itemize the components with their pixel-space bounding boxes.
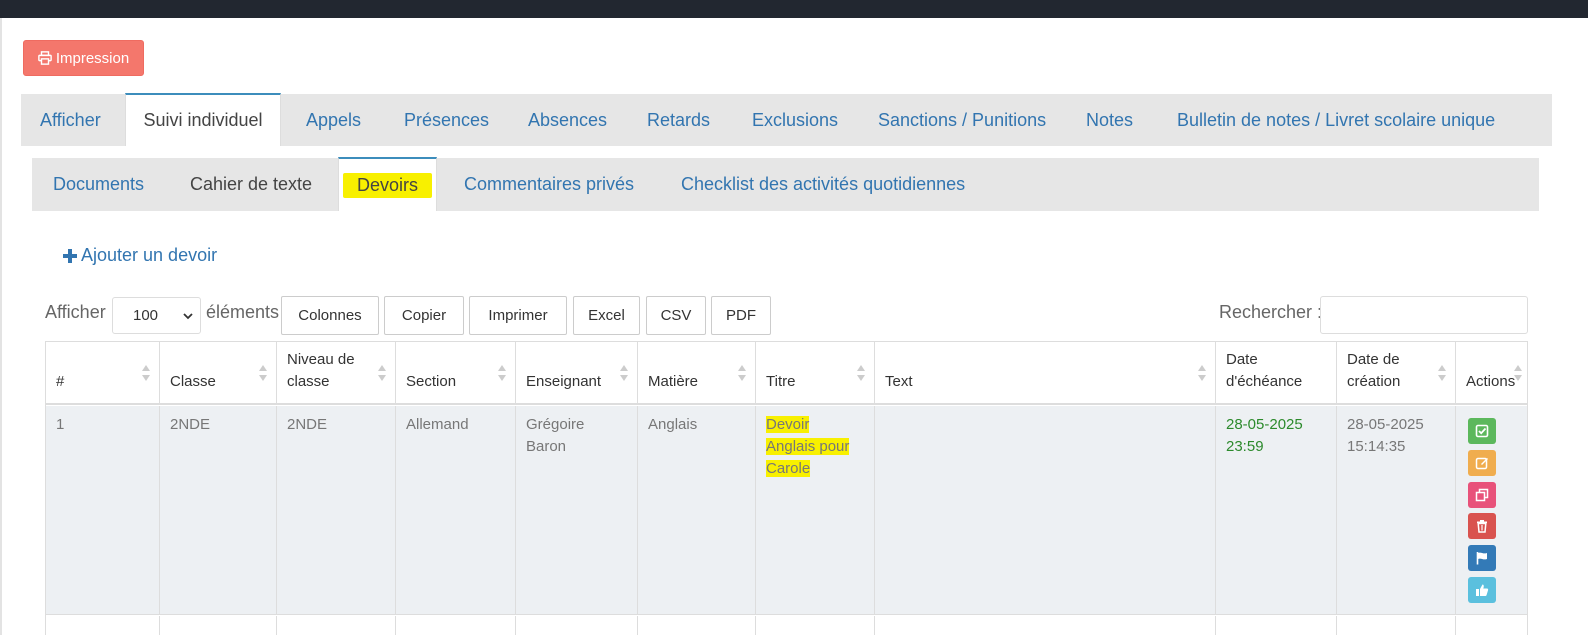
page-size-value: 100 <box>133 307 159 324</box>
flag-button[interactable] <box>1468 545 1496 571</box>
thumbs-up-icon <box>1476 584 1489 596</box>
copy-icon <box>1475 488 1489 502</box>
validate-button[interactable] <box>1468 418 1496 444</box>
search-input[interactable] <box>1320 296 1528 334</box>
delete-button[interactable] <box>1468 513 1496 539</box>
csv-button[interactable]: CSV <box>646 296 706 335</box>
sort-icon <box>620 365 628 381</box>
sub-tab-bar: Documents Cahier de texte Devoirs Commen… <box>32 157 1539 211</box>
cell-enseignant: Grégoire Baron <box>516 406 638 615</box>
column-header-matiere[interactable]: Matière <box>638 342 756 405</box>
column-header-echeance[interactable]: Date d'échéance <box>1216 342 1337 405</box>
sort-icon <box>1438 365 1446 381</box>
column-header-section[interactable]: Section <box>396 342 516 405</box>
page-size-select[interactable]: 100 <box>112 297 201 334</box>
cell-classe: 2NDE <box>160 406 277 615</box>
next-row-cell <box>46 616 160 635</box>
tab-absences[interactable]: Absences <box>528 94 607 146</box>
cell-section: Allemand <box>396 406 516 615</box>
cell-matiere: Anglais <box>638 406 756 615</box>
sort-icon <box>259 365 267 381</box>
next-row-cell <box>160 616 277 635</box>
chevron-down-icon <box>183 313 193 320</box>
cell-text <box>875 406 1216 615</box>
sort-icon <box>738 365 746 381</box>
cell-creation: 28-05-2025 15:14:35 <box>1337 406 1456 615</box>
sort-icon <box>1514 365 1522 381</box>
tab-commentaires-prives[interactable]: Commentaires privés <box>464 158 634 211</box>
tab-afficher[interactable]: Afficher <box>40 94 101 146</box>
next-row-cell <box>277 616 396 635</box>
show-entries-label: Afficher <box>45 302 106 322</box>
main-tab-bar: Afficher Suivi individuel Appels Présenc… <box>21 93 1552 146</box>
columns-button[interactable]: Colonnes <box>281 296 379 335</box>
cell-titre: Devoir Anglais pour Carole <box>756 406 875 615</box>
column-header-enseignant[interactable]: Enseignant <box>516 342 638 405</box>
next-row-cell <box>516 616 638 635</box>
flag-icon <box>1476 552 1487 565</box>
excel-button[interactable]: Excel <box>573 296 640 335</box>
next-row-cell <box>756 616 875 635</box>
add-homework-label: Ajouter un devoir <box>81 245 218 265</box>
copy-button-row[interactable] <box>1468 482 1496 508</box>
tab-exclusions[interactable]: Exclusions <box>752 94 838 146</box>
tab-sanctions[interactable]: Sanctions / Punitions <box>878 94 1046 146</box>
column-header-niveau[interactable]: Niveau de classe <box>277 342 396 405</box>
like-button[interactable] <box>1468 577 1496 603</box>
tab-presences[interactable]: Présences <box>404 94 489 146</box>
next-row-cell <box>1216 616 1337 635</box>
tab-appels[interactable]: Appels <box>306 94 361 146</box>
top-navbar <box>0 0 1588 18</box>
tab-notes[interactable]: Notes <box>1086 94 1133 146</box>
pdf-button[interactable]: PDF <box>711 296 771 335</box>
tab-suivi-individuel[interactable]: Suivi individuel <box>125 93 281 146</box>
edit-button[interactable] <box>1468 450 1496 476</box>
cell-niveau: 2NDE <box>277 406 396 615</box>
next-row-cell <box>875 616 1216 635</box>
print-icon <box>37 51 52 65</box>
column-header-num[interactable]: # <box>46 342 160 405</box>
tab-retards[interactable]: Retards <box>647 94 710 146</box>
print-table-button[interactable]: Imprimer <box>469 296 567 335</box>
cell-num: 1 <box>46 406 160 615</box>
trash-icon <box>1477 520 1487 533</box>
sort-icon <box>378 365 386 381</box>
add-homework-link[interactable]: Ajouter un devoir <box>63 245 217 266</box>
column-header-classe[interactable]: Classe <box>160 342 277 405</box>
search-label: Rechercher : <box>1219 302 1323 322</box>
pencil-icon <box>1475 457 1488 470</box>
print-button[interactable]: Impression <box>23 40 144 76</box>
tab-documents[interactable]: Documents <box>53 158 144 211</box>
sort-icon <box>1198 365 1206 381</box>
column-header-text[interactable]: Text <box>875 342 1216 405</box>
next-row-cell <box>396 616 516 635</box>
print-button-label: Impression <box>55 49 130 67</box>
tab-checklist[interactable]: Checklist des activités quotidiennes <box>681 158 965 211</box>
tab-devoirs-label: Devoirs <box>342 172 432 198</box>
next-row-cell <box>638 616 756 635</box>
cell-echeance: 28-05-2025 23:59 <box>1216 406 1337 615</box>
cell-titre-text: Devoir Anglais pour Carole <box>766 416 850 477</box>
next-row-cell <box>1337 616 1456 635</box>
tab-devoirs[interactable]: Devoirs <box>338 157 437 211</box>
check-square-icon <box>1475 424 1489 438</box>
sort-icon <box>142 365 150 381</box>
column-header-titre[interactable]: Titre <box>756 342 875 405</box>
sort-icon <box>857 365 865 381</box>
tab-bulletin[interactable]: Bulletin de notes / Livret scolaire uniq… <box>1177 94 1495 146</box>
plus-icon <box>63 248 77 263</box>
copy-button[interactable]: Copier <box>384 296 464 335</box>
sort-icon <box>498 365 506 381</box>
left-border <box>0 18 2 635</box>
elements-label: éléments <box>206 302 280 322</box>
tab-cahier-de-texte[interactable]: Cahier de texte <box>190 158 312 211</box>
column-header-actions[interactable]: Actions <box>1456 342 1527 405</box>
column-header-creation[interactable]: Date de création <box>1337 342 1456 405</box>
